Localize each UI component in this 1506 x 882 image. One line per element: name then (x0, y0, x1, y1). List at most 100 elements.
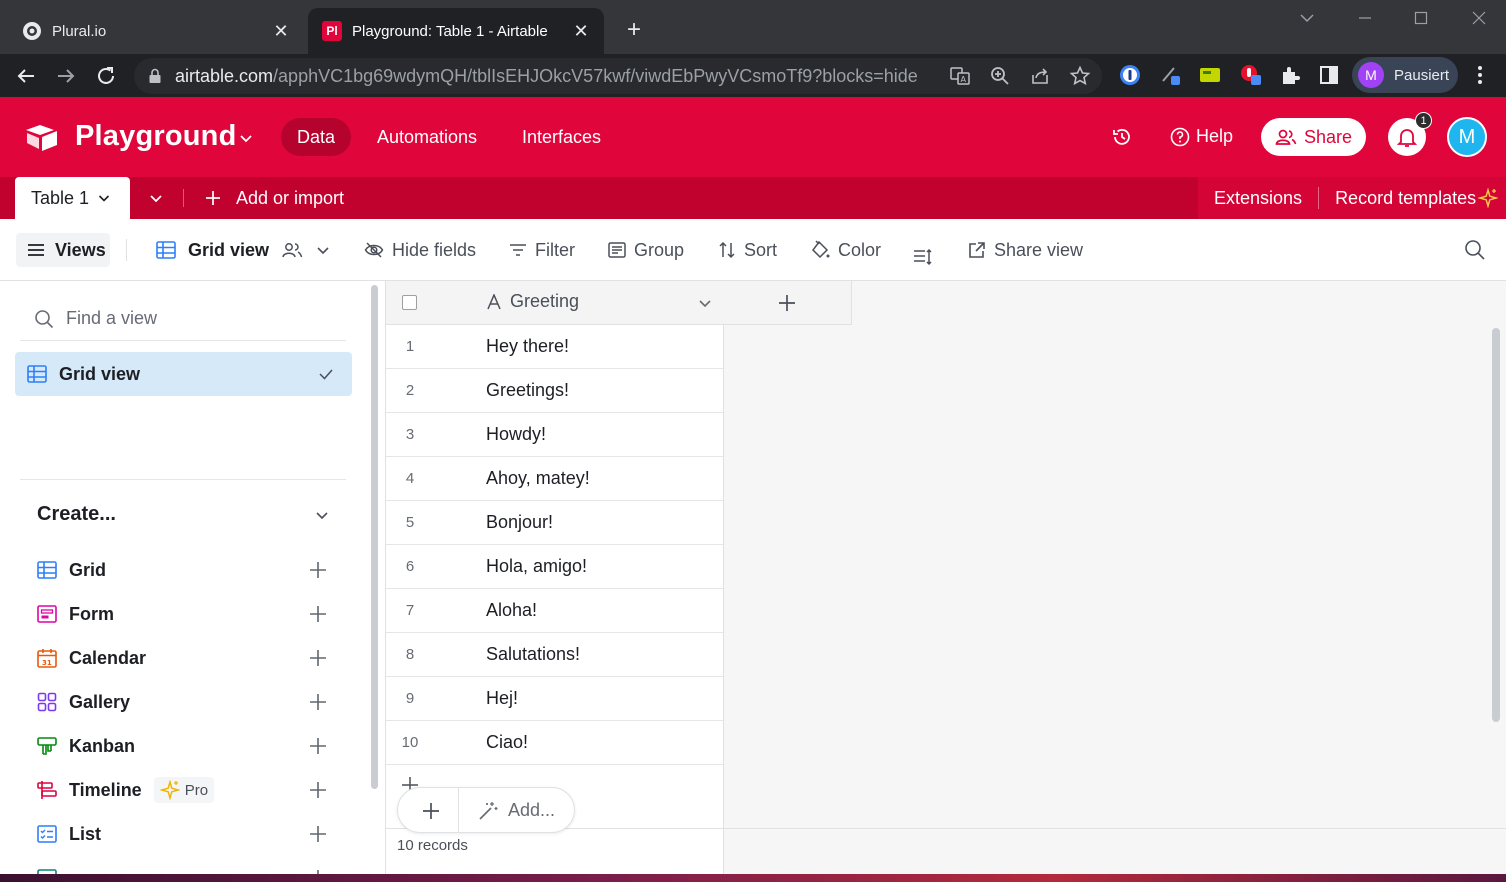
plus-icon[interactable] (309, 825, 327, 843)
search-icon[interactable] (1464, 239, 1486, 261)
browser-menu-icon[interactable] (1472, 64, 1488, 86)
profile-button[interactable]: M Pausiert (1352, 57, 1458, 93)
extension-pen-icon[interactable] (1160, 64, 1182, 86)
table-row[interactable]: 7 Aloha! (386, 589, 723, 633)
row-number: 10 (401, 734, 419, 751)
field-header-greeting[interactable]: Greeting (486, 291, 579, 312)
add-with-ai-button[interactable]: Add... (478, 800, 555, 821)
address-bar[interactable]: airtable.com/apphVC1bg69wdymQH/tblIsEHJO… (134, 58, 1102, 94)
greeting-cell[interactable]: Hola, amigo! (486, 556, 587, 577)
greeting-cell[interactable]: Hey there! (486, 336, 569, 357)
chevron-down-icon[interactable] (238, 130, 254, 146)
share-page-icon[interactable] (1028, 64, 1052, 88)
create-grid-view[interactable]: Grid (37, 556, 337, 584)
sort-button[interactable]: Sort (718, 233, 777, 267)
table-tab[interactable]: Table 1 (15, 177, 130, 219)
tab-search-chevron-icon[interactable] (1292, 6, 1322, 30)
chevron-down-icon[interactable] (314, 507, 330, 523)
nav-data[interactable]: Data (281, 118, 352, 156)
reload-icon[interactable] (92, 62, 120, 90)
new-tab-button[interactable]: + (620, 17, 648, 45)
greeting-cell[interactable]: Ciao! (486, 732, 528, 753)
browser-tab-airtable[interactable]: Pl Playground: Table 1 - Airtable ✕ (308, 8, 604, 54)
close-tab-icon[interactable]: ✕ (572, 22, 590, 40)
extensions-button[interactable]: Extensions (1214, 188, 1302, 209)
current-view-button[interactable]: Grid view (156, 233, 339, 267)
add-or-import-button[interactable]: Add or import (204, 177, 344, 219)
plus-icon[interactable] (422, 802, 440, 820)
forward-icon[interactable] (52, 62, 80, 90)
chevron-down-icon[interactable] (97, 191, 111, 205)
browser-tab-plural[interactable]: Plural.io ✕ (8, 8, 304, 54)
plus-icon[interactable] (309, 561, 327, 579)
all-tables-chevron-icon[interactable] (148, 190, 164, 206)
create-list-view[interactable]: List (37, 820, 337, 848)
history-icon[interactable] (1111, 126, 1133, 148)
translate-icon[interactable]: A (948, 64, 972, 88)
greeting-cell[interactable]: Bonjour! (486, 512, 553, 533)
table-row[interactable]: 6 Hola, amigo! (386, 545, 723, 589)
sidebar-scrollbar[interactable] (371, 285, 378, 789)
maximize-icon[interactable] (1406, 6, 1436, 30)
greeting-cell[interactable]: Aloha! (486, 600, 537, 621)
filter-button[interactable]: Filter (509, 233, 575, 267)
extension-note-icon[interactable] (1199, 64, 1221, 86)
close-tab-icon[interactable]: ✕ (272, 22, 290, 40)
extensions-puzzle-icon[interactable] (1279, 64, 1301, 86)
table-row[interactable]: 5 Bonjour! (386, 501, 723, 545)
hide-fields-button[interactable]: Hide fields (364, 233, 476, 267)
side-panel-icon[interactable] (1318, 64, 1340, 86)
share-button[interactable]: Share (1261, 118, 1366, 156)
create-calendar-view[interactable]: 31 Calendar (37, 644, 337, 672)
sidebar-view-grid[interactable]: Grid view (15, 352, 352, 396)
table-row[interactable]: 1 Hey there! (386, 325, 723, 369)
back-icon[interactable] (12, 62, 40, 90)
table-row[interactable]: 4 Ahoy, matey! (386, 457, 723, 501)
group-button[interactable]: Group (608, 233, 684, 267)
password-manager-icon[interactable] (1119, 64, 1141, 86)
create-section-title[interactable]: Create... (37, 503, 116, 526)
nav-interfaces[interactable]: Interfaces (506, 118, 617, 156)
record-templates-button[interactable]: Record templates (1335, 188, 1476, 209)
create-gantt-view-partial[interactable] (37, 864, 337, 874)
create-timeline-view[interactable]: Timeline Pro (37, 776, 337, 804)
chevron-down-icon[interactable] (315, 242, 331, 258)
greeting-cell[interactable]: Greetings! (486, 380, 569, 401)
greeting-cell[interactable]: Salutations! (486, 644, 580, 665)
extension-record-icon[interactable] (1240, 64, 1262, 86)
create-gallery-view[interactable]: Gallery (37, 688, 337, 716)
plus-icon[interactable] (309, 649, 327, 667)
airtable-logo-icon[interactable] (26, 123, 58, 151)
base-name[interactable]: Playground (75, 120, 237, 153)
greeting-cell[interactable]: Hej! (486, 688, 518, 709)
user-avatar[interactable]: M (1447, 117, 1487, 157)
minimize-icon[interactable] (1350, 6, 1380, 30)
table-row[interactable]: 3 Howdy! (386, 413, 723, 457)
nav-automations[interactable]: Automations (361, 118, 493, 156)
help-button[interactable]: Help (1170, 126, 1233, 147)
plus-icon[interactable] (309, 605, 327, 623)
row-height-icon[interactable] (913, 240, 933, 274)
grid-scrollbar[interactable] (1492, 328, 1500, 722)
zoom-icon[interactable] (988, 64, 1012, 88)
table-row[interactable]: 9 Hej! (386, 677, 723, 721)
plus-icon[interactable] (309, 737, 327, 755)
greeting-cell[interactable]: Howdy! (486, 424, 546, 445)
chevron-down-icon[interactable] (697, 295, 713, 311)
bookmark-star-icon[interactable] (1068, 64, 1092, 88)
table-row[interactable]: 2 Greetings! (386, 369, 723, 413)
add-field-button[interactable] (724, 281, 852, 325)
color-button[interactable]: Color (810, 233, 881, 267)
table-row[interactable]: 8 Salutations! (386, 633, 723, 677)
select-all-checkbox[interactable] (402, 295, 417, 310)
plus-icon[interactable] (309, 693, 327, 711)
close-window-icon[interactable] (1464, 6, 1494, 30)
create-form-view[interactable]: Form (37, 600, 337, 628)
greeting-cell[interactable]: Ahoy, matey! (486, 468, 590, 489)
table-row[interactable]: 10 Ciao! (386, 721, 723, 765)
share-view-button[interactable]: Share view (968, 233, 1083, 267)
find-view-input[interactable]: Find a view (20, 297, 346, 341)
views-toggle-button[interactable]: Views (16, 233, 110, 267)
plus-icon[interactable] (309, 781, 327, 799)
create-kanban-view[interactable]: Kanban (37, 732, 337, 760)
